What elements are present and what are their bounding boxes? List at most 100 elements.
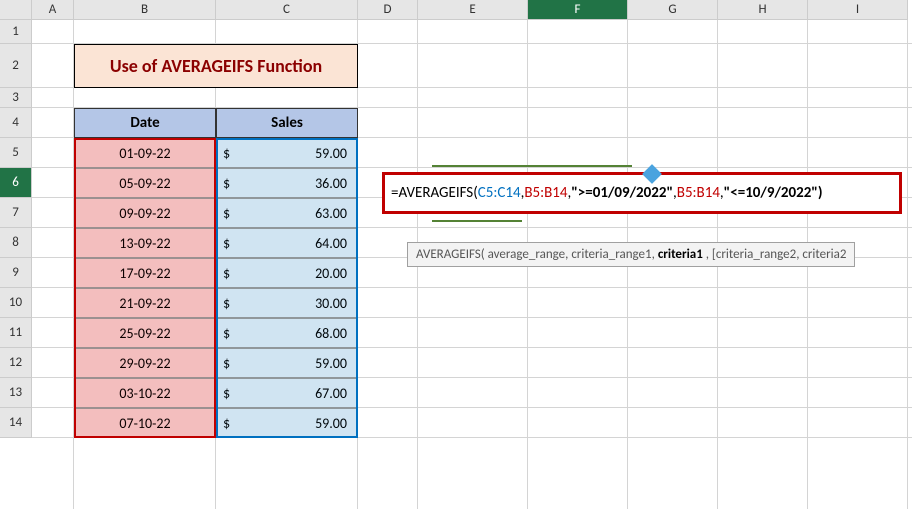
cell-sales-value: 59.00: [315, 415, 347, 432]
cell-date-value: 17-09-22: [119, 265, 170, 282]
row-header-9[interactable]: 9: [0, 258, 32, 288]
cell-currency[interactable]: $: [216, 408, 252, 438]
cell-date-value: 01-09-22: [119, 145, 170, 162]
col-header-F[interactable]: F: [528, 0, 628, 20]
cell-date[interactable]: 17-09-22: [74, 258, 216, 288]
cell-currency[interactable]: $: [216, 288, 252, 318]
currency-symbol: $: [223, 145, 230, 162]
col-header-I[interactable]: I: [808, 0, 908, 20]
row-header-10[interactable]: 10: [0, 288, 32, 318]
header-sales-label: Sales: [271, 114, 303, 132]
cell-sales[interactable]: 20.00: [252, 258, 358, 288]
cell-sales[interactable]: 63.00: [252, 198, 358, 228]
select-all-corner[interactable]: [0, 0, 32, 20]
cell-currency[interactable]: $: [216, 348, 252, 378]
cell-currency[interactable]: $: [216, 168, 252, 198]
cell-date[interactable]: 25-09-22: [74, 318, 216, 348]
cell-sales-value: 20.00: [315, 265, 347, 282]
row-header-13[interactable]: 13: [0, 378, 32, 408]
currency-symbol: $: [223, 235, 230, 252]
column-headers: A B C D E F G H I: [0, 0, 908, 20]
col-header-C[interactable]: C: [216, 0, 358, 20]
grid[interactable]: Use of AVERAGEIFS Function Date Sales 01…: [32, 20, 912, 509]
row-header-4[interactable]: 4: [0, 108, 32, 138]
col-header-A[interactable]: A: [32, 0, 74, 20]
cell-date-value: 25-09-22: [119, 325, 170, 342]
cell-date-value: 07-10-22: [119, 415, 170, 432]
formula-avg-range: C5:C14: [478, 184, 521, 202]
cell-date-value: 21-09-22: [119, 295, 170, 312]
col-header-G[interactable]: G: [628, 0, 718, 20]
formula-syntax-hint[interactable]: AVERAGEIFS( average_range, criteria_rang…: [407, 242, 855, 267]
cell-sales[interactable]: 59.00: [252, 408, 358, 438]
cell-sales[interactable]: 59.00: [252, 348, 358, 378]
cell-sales-value: 59.00: [315, 145, 347, 162]
row-header-1[interactable]: 1: [0, 20, 32, 44]
cell-date[interactable]: 29-09-22: [74, 348, 216, 378]
cell-currency[interactable]: $: [216, 198, 252, 228]
title-cell[interactable]: Use of AVERAGEIFS Function: [74, 44, 358, 88]
header-date-label: Date: [130, 114, 159, 132]
hint-p1: average_range,: [488, 247, 572, 262]
hint-rest: , [criteria_range2, criteria2: [706, 247, 847, 262]
cell-currency[interactable]: $: [216, 318, 252, 348]
row-headers: 1 2 3 4 5 6 7 8 9 10 11 12 13 14: [0, 20, 32, 438]
cell-sales[interactable]: 30.00: [252, 288, 358, 318]
cell-sales-value: 59.00: [315, 355, 347, 372]
marker-line: [432, 165, 632, 167]
currency-symbol: $: [223, 265, 230, 282]
cell-sales-value: 68.00: [315, 325, 347, 342]
cell-currency[interactable]: $: [216, 138, 252, 168]
row-header-8[interactable]: 8: [0, 228, 32, 258]
formula-crit1: ">=01/09/2022": [571, 184, 673, 202]
cell-date-value: 03-10-22: [119, 385, 170, 402]
row-header-14[interactable]: 14: [0, 408, 32, 438]
col-header-D[interactable]: D: [358, 0, 418, 20]
formula-fn: AVERAGEIFS(: [398, 184, 477, 202]
row-header-12[interactable]: 12: [0, 348, 32, 378]
currency-symbol: $: [223, 355, 230, 372]
cell-date[interactable]: 01-09-22: [74, 138, 216, 168]
cell-date[interactable]: 21-09-22: [74, 288, 216, 318]
row-header-3[interactable]: 3: [0, 88, 32, 108]
cell-date-value: 29-09-22: [119, 355, 170, 372]
cell-date[interactable]: 13-09-22: [74, 228, 216, 258]
spreadsheet: A B C D E F G H I 1 2 3 4 5 6 7 8 9 10 1…: [0, 0, 912, 509]
cell-sales-value: 63.00: [315, 205, 347, 222]
row-header-6[interactable]: 6: [0, 168, 32, 198]
currency-symbol: $: [223, 325, 230, 342]
cell-sales-value: 36.00: [315, 175, 347, 192]
cell-sales[interactable]: 67.00: [252, 378, 358, 408]
cell-currency[interactable]: $: [216, 378, 252, 408]
col-header-B[interactable]: B: [74, 0, 216, 20]
cell-sales[interactable]: 59.00: [252, 138, 358, 168]
hint-fn: AVERAGEIFS(: [416, 247, 485, 262]
formula-crit-range2: B5:B14: [677, 184, 720, 202]
header-sales[interactable]: Sales: [216, 108, 358, 138]
formula-crit2: "<=10/9/2022": [724, 184, 818, 202]
col-header-E[interactable]: E: [418, 0, 528, 20]
hint-current-param: criteria1: [658, 247, 703, 262]
cell-currency[interactable]: $: [216, 228, 252, 258]
currency-symbol: $: [223, 205, 230, 222]
cell-currency[interactable]: $: [216, 258, 252, 288]
row-header-11[interactable]: 11: [0, 318, 32, 348]
formula-crit-range1: B5:B14: [524, 184, 567, 202]
col-header-H[interactable]: H: [718, 0, 808, 20]
cell-date[interactable]: 07-10-22: [74, 408, 216, 438]
cell-date[interactable]: 05-09-22: [74, 168, 216, 198]
cell-sales[interactable]: 68.00: [252, 318, 358, 348]
cell-sales[interactable]: 64.00: [252, 228, 358, 258]
formula-editor[interactable]: = AVERAGEIFS( C5:C14 , B5:B14 , ">=01/09…: [382, 172, 902, 214]
cell-date[interactable]: 03-10-22: [74, 378, 216, 408]
cell-date[interactable]: 09-09-22: [74, 198, 216, 228]
row-header-2[interactable]: 2: [0, 44, 32, 88]
row-header-7[interactable]: 7: [0, 198, 32, 228]
cell-date-value: 09-09-22: [119, 205, 170, 222]
cell-sales-value: 30.00: [315, 295, 347, 312]
header-date[interactable]: Date: [74, 108, 216, 138]
cell-sales[interactable]: 36.00: [252, 168, 358, 198]
formula-eq: =: [391, 184, 398, 202]
row-header-5[interactable]: 5: [0, 138, 32, 168]
title-text: Use of AVERAGEIFS Function: [110, 55, 322, 77]
